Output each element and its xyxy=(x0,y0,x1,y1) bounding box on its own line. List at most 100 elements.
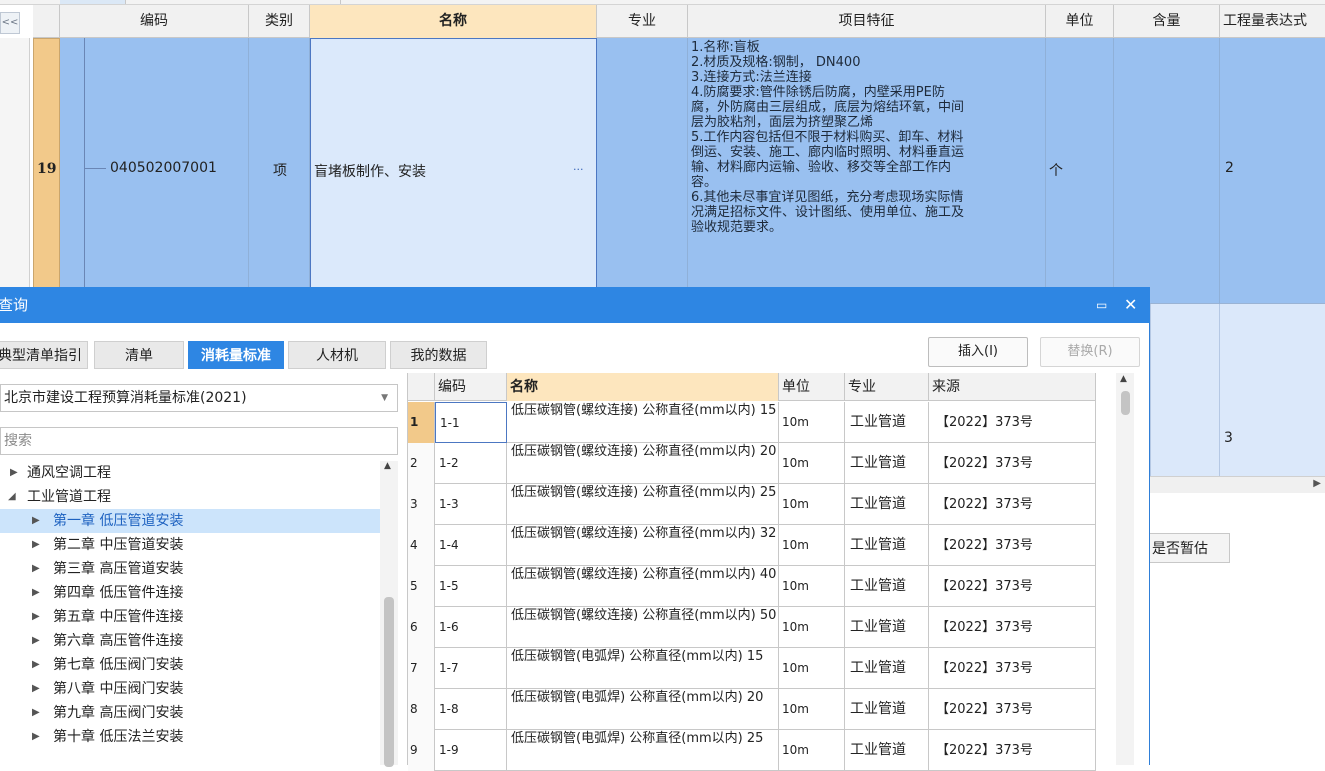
grid-header-code[interactable]: 编码 xyxy=(435,373,507,401)
grid-scrollbar[interactable]: ▲ xyxy=(1116,373,1134,765)
row-name-cell[interactable]: 盲堵板制作、安装 ··· xyxy=(310,38,597,304)
row-unit[interactable]: 10m xyxy=(779,648,845,689)
row-major[interactable]: 工业管道 xyxy=(845,484,929,525)
row-name[interactable]: 低压碳钢管(螺纹连接) 公称直径(mm以内) 40 xyxy=(507,566,779,607)
row-name[interactable]: 低压碳钢管(螺纹连接) 公称直径(mm以内) 32 xyxy=(507,525,779,566)
tab-my-data[interactable]: 我的数据 xyxy=(390,341,487,369)
tab-list[interactable]: 清单 xyxy=(94,341,184,369)
row-expression-cell[interactable]: 2 xyxy=(1220,38,1325,304)
horizontal-scrollbar[interactable]: ▶ xyxy=(1150,476,1325,493)
row-unit-cell[interactable]: 个 xyxy=(1046,38,1114,304)
row-unit[interactable]: 10m xyxy=(779,484,845,525)
scroll-up-icon[interactable]: ▲ xyxy=(384,461,391,471)
row-name[interactable]: 低压碳钢管(螺纹连接) 公称直径(mm以内) 50 xyxy=(507,607,779,648)
library-select[interactable]: 北京市建设工程预算消耗量标准(2021) ▼ xyxy=(0,384,398,412)
search-input[interactable]: 搜索 xyxy=(0,427,398,455)
row-code[interactable]: 1-4 xyxy=(435,525,507,566)
row-major[interactable]: 工业管道 xyxy=(845,689,929,730)
scrollbar-thumb[interactable] xyxy=(384,597,394,767)
row-major[interactable]: 工业管道 xyxy=(845,525,929,566)
row-num[interactable]: 4 xyxy=(408,525,435,566)
row-code[interactable]: 1-1 xyxy=(435,402,507,443)
chevron-right-icon[interactable]: ▶ xyxy=(32,557,40,581)
grid-header-unit[interactable]: 单位 xyxy=(779,373,845,401)
tree-item[interactable]: ◢ 工业管道工程 xyxy=(0,485,380,509)
restore-icon[interactable]: ▭ xyxy=(1096,287,1107,323)
row-specialty-cell[interactable] xyxy=(597,38,688,304)
table-row-selected[interactable]: 19 040502007001 项 盲堵板制作、安装 ··· 1.名称:盲板 2… xyxy=(33,38,1325,304)
tab-typical-list[interactable]: 典型清单指引 xyxy=(0,341,88,369)
tree-item-selected[interactable]: ▶ 第一章 低压管道安装 xyxy=(0,509,380,533)
row-name[interactable]: 低压碳钢管(电弧焊) 公称直径(mm以内) 15 xyxy=(507,648,779,689)
row-unit[interactable]: 10m xyxy=(779,566,845,607)
header-features[interactable]: 项目特征 xyxy=(688,5,1046,38)
grid-header-source[interactable]: 来源 xyxy=(929,373,1096,401)
chevron-right-icon[interactable]: ▶ xyxy=(32,605,40,629)
row-num[interactable]: 5 xyxy=(408,566,435,607)
tree-item[interactable]: ▶ 第三章 高压管道安装 xyxy=(0,557,380,581)
row-major[interactable]: 工业管道 xyxy=(845,443,929,484)
table-row[interactable]: 8 1-8 低压碳钢管(电弧焊) 公称直径(mm以内) 20 10m 工业管道 … xyxy=(408,689,1096,730)
tree-item[interactable]: ▶ 第六章 高压管件连接 xyxy=(0,629,380,653)
grid-header-major[interactable]: 专业 xyxy=(845,373,929,401)
tree-item[interactable]: ▶ 第十章 低压法兰安装 xyxy=(0,725,380,749)
row-unit[interactable]: 10m xyxy=(779,525,845,566)
ellipsis-button[interactable]: ··· xyxy=(573,163,584,176)
row-major[interactable]: 工业管道 xyxy=(845,566,929,607)
tree-item[interactable]: ▶ 第八章 中压阀门安装 xyxy=(0,677,380,701)
grid-header-name[interactable]: 名称 xyxy=(507,373,779,401)
row-num[interactable]: 6 xyxy=(408,607,435,648)
table-row[interactable]: 5 1-5 低压碳钢管(螺纹连接) 公称直径(mm以内) 40 10m 工业管道… xyxy=(408,566,1096,607)
row-source[interactable]: 【2022】373号 xyxy=(929,443,1096,484)
row-unit[interactable]: 10m xyxy=(779,607,845,648)
row-num[interactable]: 2 xyxy=(408,443,435,484)
row-name[interactable]: 低压碳钢管(螺纹连接) 公称直径(mm以内) 15 xyxy=(507,402,779,443)
row-source[interactable]: 【2022】373号 xyxy=(929,484,1096,525)
row-features-cell[interactable]: 1.名称:盲板 2.材质及规格:钢制， DN400 3.连接方式:法兰连接 4.… xyxy=(688,38,1046,304)
row-unit[interactable]: 10m xyxy=(779,689,845,730)
tab-labor-material[interactable]: 人材机 xyxy=(288,341,386,369)
row-code[interactable]: 1-3 xyxy=(435,484,507,525)
chevron-right-icon[interactable]: ▶ xyxy=(32,677,40,701)
chevron-right-icon[interactable]: ▶ xyxy=(32,701,40,725)
row-num[interactable]: 3 xyxy=(408,484,435,525)
row-code[interactable]: 1-2 xyxy=(435,443,507,484)
chevron-right-icon[interactable]: ▶ xyxy=(32,629,40,653)
row-category-cell[interactable]: 项 xyxy=(249,38,310,304)
row-unit[interactable]: 10m xyxy=(779,443,845,484)
row-code-cell[interactable]: 040502007001 xyxy=(60,38,249,304)
row-source[interactable]: 【2022】373号 xyxy=(929,648,1096,689)
replace-button[interactable]: 替换(R) xyxy=(1040,337,1140,367)
row-major[interactable]: 工业管道 xyxy=(845,607,929,648)
top-tab-active[interactable] xyxy=(60,0,126,4)
row-name[interactable]: 低压碳钢管(螺纹连接) 公称直径(mm以内) 25 xyxy=(507,484,779,525)
header-content[interactable]: 含量 xyxy=(1114,5,1220,38)
row-code[interactable]: 1-6 xyxy=(435,607,507,648)
row-num[interactable]: 8 xyxy=(408,689,435,730)
tree-item[interactable]: ▶ 第七章 低压阀门安装 xyxy=(0,653,380,677)
header-unit[interactable]: 单位 xyxy=(1046,5,1114,38)
row-source[interactable]: 【2022】373号 xyxy=(929,402,1096,443)
chevron-right-icon[interactable]: ▶ xyxy=(32,725,40,749)
row-content-cell[interactable] xyxy=(1114,38,1220,304)
header-name[interactable]: 名称 xyxy=(310,5,597,38)
table-row[interactable]: 3 1-3 低压碳钢管(螺纹连接) 公称直径(mm以内) 25 10m 工业管道… xyxy=(408,484,1096,525)
table-row[interactable]: 3 xyxy=(1150,304,1325,476)
tree-item[interactable]: ▶ 第四章 低压管件连接 xyxy=(0,581,380,605)
scroll-up-icon[interactable]: ▲ xyxy=(1120,374,1127,384)
header-expression[interactable]: 工程量表达式 xyxy=(1220,5,1325,38)
row-unit[interactable]: 10m xyxy=(779,402,845,443)
dialog-titlebar[interactable]: 查询 ▭ ✕ xyxy=(0,287,1150,323)
header-code[interactable]: 编码 xyxy=(60,5,249,38)
header-category[interactable]: 类别 xyxy=(249,5,310,38)
table-row[interactable]: 4 1-4 低压碳钢管(螺纹连接) 公称直径(mm以内) 32 10m 工业管道… xyxy=(408,525,1096,566)
chevron-right-icon[interactable]: ▶ xyxy=(32,653,40,677)
table-row[interactable]: 7 1-7 低压碳钢管(电弧焊) 公称直径(mm以内) 15 10m 工业管道 … xyxy=(408,648,1096,689)
row-code[interactable]: 1-8 xyxy=(435,689,507,730)
chevron-right-icon[interactable]: ▶ xyxy=(32,509,40,533)
row-number[interactable]: 19 xyxy=(33,38,60,304)
chevron-down-icon[interactable]: ▼ xyxy=(381,385,388,411)
row-code[interactable]: 1-7 xyxy=(435,648,507,689)
table-row[interactable]: 2 1-2 低压碳钢管(螺纹连接) 公称直径(mm以内) 20 10m 工业管道… xyxy=(408,443,1096,484)
chevron-right-icon[interactable]: ▶ xyxy=(32,581,40,605)
